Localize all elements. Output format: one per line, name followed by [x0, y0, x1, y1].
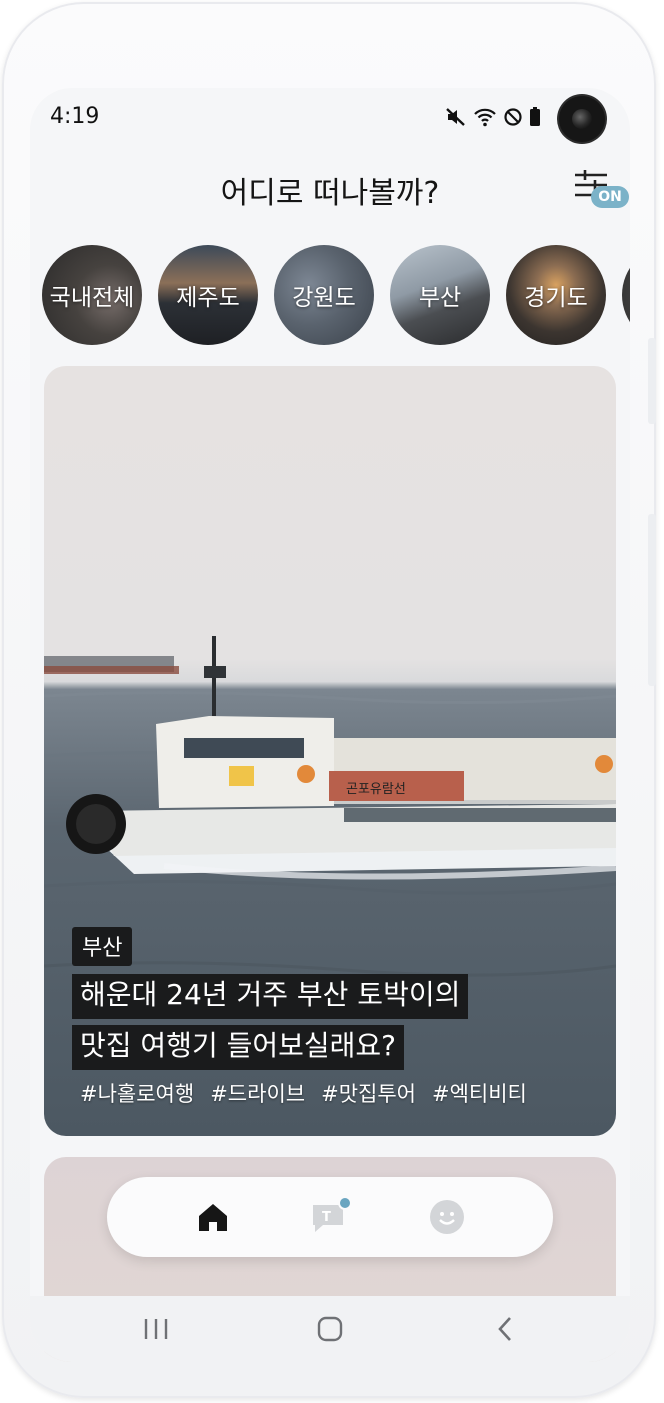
region-item-gangwon[interactable]: 강원도 — [274, 245, 374, 345]
region-item-all[interactable]: 국내전체 — [42, 245, 142, 345]
card-headline: 해운대 24년 거주 부산 토박이의 맛집 여행기 들어보실래요? — [72, 974, 469, 1076]
home-nav-button[interactable] — [310, 1314, 350, 1344]
system-nav-bar — [30, 1296, 630, 1362]
region-item-next[interactable] — [622, 245, 630, 345]
home-icon — [199, 1204, 227, 1231]
region-label: 강원도 — [292, 285, 356, 311]
app-screen: 4:19 어디로 떠나볼까? ON 국내전체 제주도 강원도 부산 경기도 곤포… — [30, 88, 630, 1362]
battery-icon — [530, 107, 540, 126]
region-label: 부산 — [418, 285, 462, 311]
chat-icon: T — [313, 1196, 352, 1232]
region-item-busan[interactable]: 부산 — [390, 245, 490, 345]
filter-button[interactable]: ON — [573, 168, 630, 212]
tab-home[interactable] — [193, 1197, 233, 1237]
volume-button — [648, 338, 656, 424]
bottom-tab-bar: T — [107, 1177, 553, 1257]
wifi-icon — [474, 108, 496, 127]
filter-on-badge: ON — [591, 186, 629, 208]
hashtag[interactable]: #나홀로여행 — [80, 1078, 194, 1108]
ship-name: 곤포유람선 — [346, 782, 406, 797]
power-button — [648, 514, 656, 686]
phone-frame: 4:19 어디로 떠나볼까? ON 국내전체 제주도 강원도 부산 경기도 곤포… — [2, 2, 656, 1398]
headline-line-2: 맛집 여행기 들어보실래요? — [72, 1025, 405, 1070]
region-tag: 부산 — [72, 927, 133, 966]
back-button[interactable] — [486, 1314, 526, 1344]
status-time: 4:19 — [50, 104, 100, 129]
tab-chat[interactable]: T — [309, 1196, 352, 1237]
region-label: 제주도 — [176, 285, 240, 311]
profile-icon — [430, 1200, 464, 1234]
recent-apps-icon — [144, 1319, 168, 1339]
region-item-jeju[interactable]: 제주도 — [158, 245, 258, 345]
headline-line-1: 해운대 24년 거주 부산 토박이의 — [72, 974, 469, 1019]
do-not-disturb-icon — [504, 108, 522, 126]
mute-icon — [446, 108, 465, 126]
home-circle-icon — [317, 1316, 343, 1342]
hashtag[interactable]: #드라이브 — [210, 1078, 305, 1108]
featured-card[interactable]: 곤포유람선 부산 해운대 24년 거주 부산 토박이의 맛집 여행기 들어보실래… — [44, 366, 616, 1136]
status-bar: 4:19 — [30, 88, 630, 148]
svg-text:T: T — [322, 1210, 331, 1225]
region-label: 국내전체 — [49, 285, 135, 311]
region-label: 경기도 — [524, 285, 588, 311]
hashtag-list: #나홀로여행 #드라이브 #맛집투어 #엑티비티 — [80, 1078, 527, 1108]
tab-profile[interactable] — [427, 1197, 467, 1237]
recent-apps-button[interactable] — [136, 1314, 176, 1344]
hashtag[interactable]: #맛집투어 — [321, 1078, 416, 1108]
region-item-gyeonggi[interactable]: 경기도 — [506, 245, 606, 345]
status-icons — [445, 106, 541, 128]
region-selector: 국내전체 제주도 강원도 부산 경기도 — [30, 245, 630, 345]
camera-cutout — [559, 96, 605, 142]
back-icon — [498, 1317, 511, 1341]
page-title: 어디로 떠나볼까? — [220, 176, 440, 211]
hashtag[interactable]: #엑티비티 — [432, 1078, 527, 1108]
